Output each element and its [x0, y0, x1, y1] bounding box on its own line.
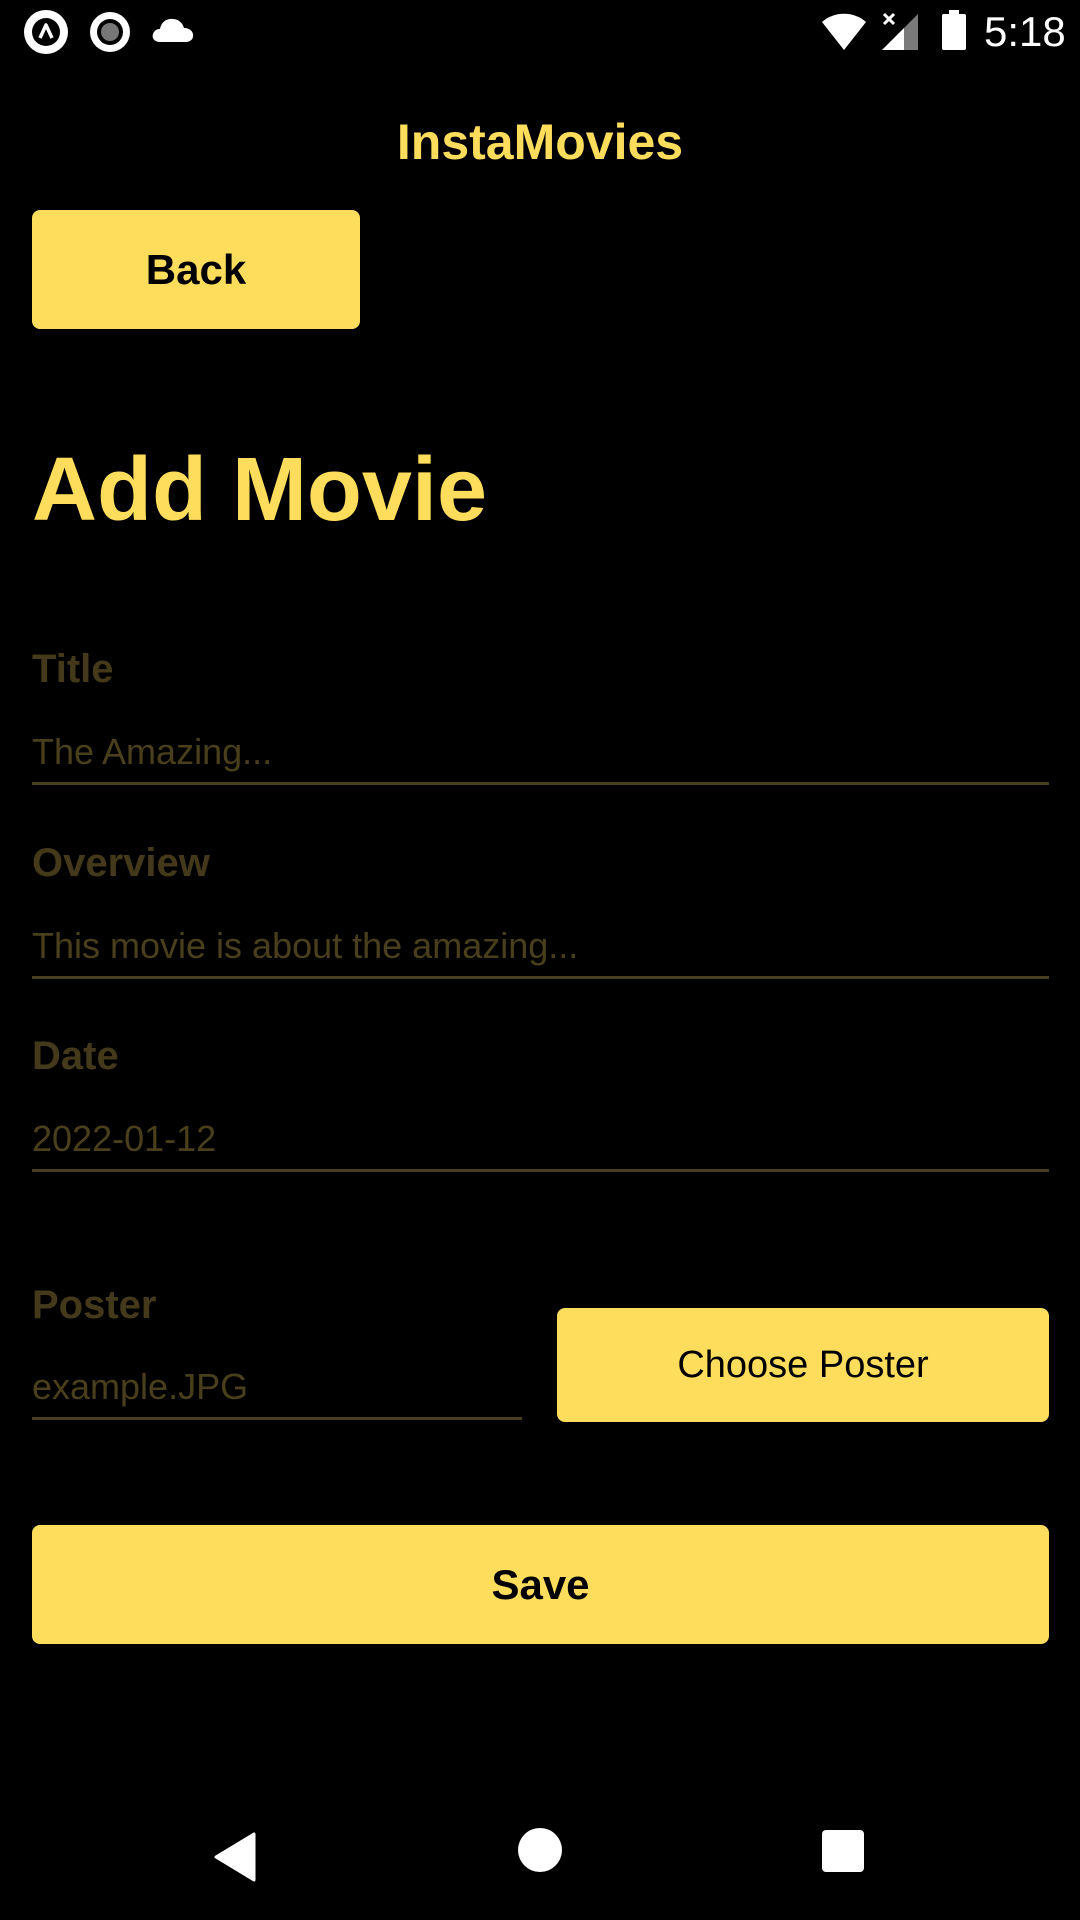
wifi-icon — [820, 12, 868, 52]
poster-input[interactable] — [32, 1357, 522, 1420]
date-input[interactable] — [32, 1109, 1049, 1172]
back-icon[interactable] — [214, 1832, 256, 1882]
poster-label: Poster — [32, 1283, 157, 1327]
overview-label: Overview — [32, 841, 210, 885]
cellular-signal-icon — [880, 12, 920, 52]
system-nav-bar — [0, 1792, 1080, 1920]
date-label: Date — [32, 1034, 119, 1078]
app-a-icon — [24, 10, 68, 54]
title-label: Title — [32, 647, 114, 691]
cloud-icon — [150, 14, 196, 44]
page-title: Add Movie — [32, 440, 488, 540]
status-bar: 5:18 — [0, 0, 1080, 63]
back-button[interactable]: Back — [32, 210, 360, 329]
choose-poster-button[interactable]: Choose Poster — [557, 1308, 1049, 1422]
save-button[interactable]: Save — [32, 1525, 1049, 1644]
overview-input[interactable] — [32, 916, 1049, 979]
recents-icon[interactable] — [822, 1830, 864, 1872]
title-input[interactable] — [32, 722, 1049, 785]
record-icon — [88, 10, 132, 54]
home-icon[interactable] — [518, 1828, 562, 1872]
status-clock: 5:18 — [984, 8, 1066, 55]
battery-icon — [942, 10, 966, 50]
app-title: InstaMovies — [396, 114, 684, 170]
